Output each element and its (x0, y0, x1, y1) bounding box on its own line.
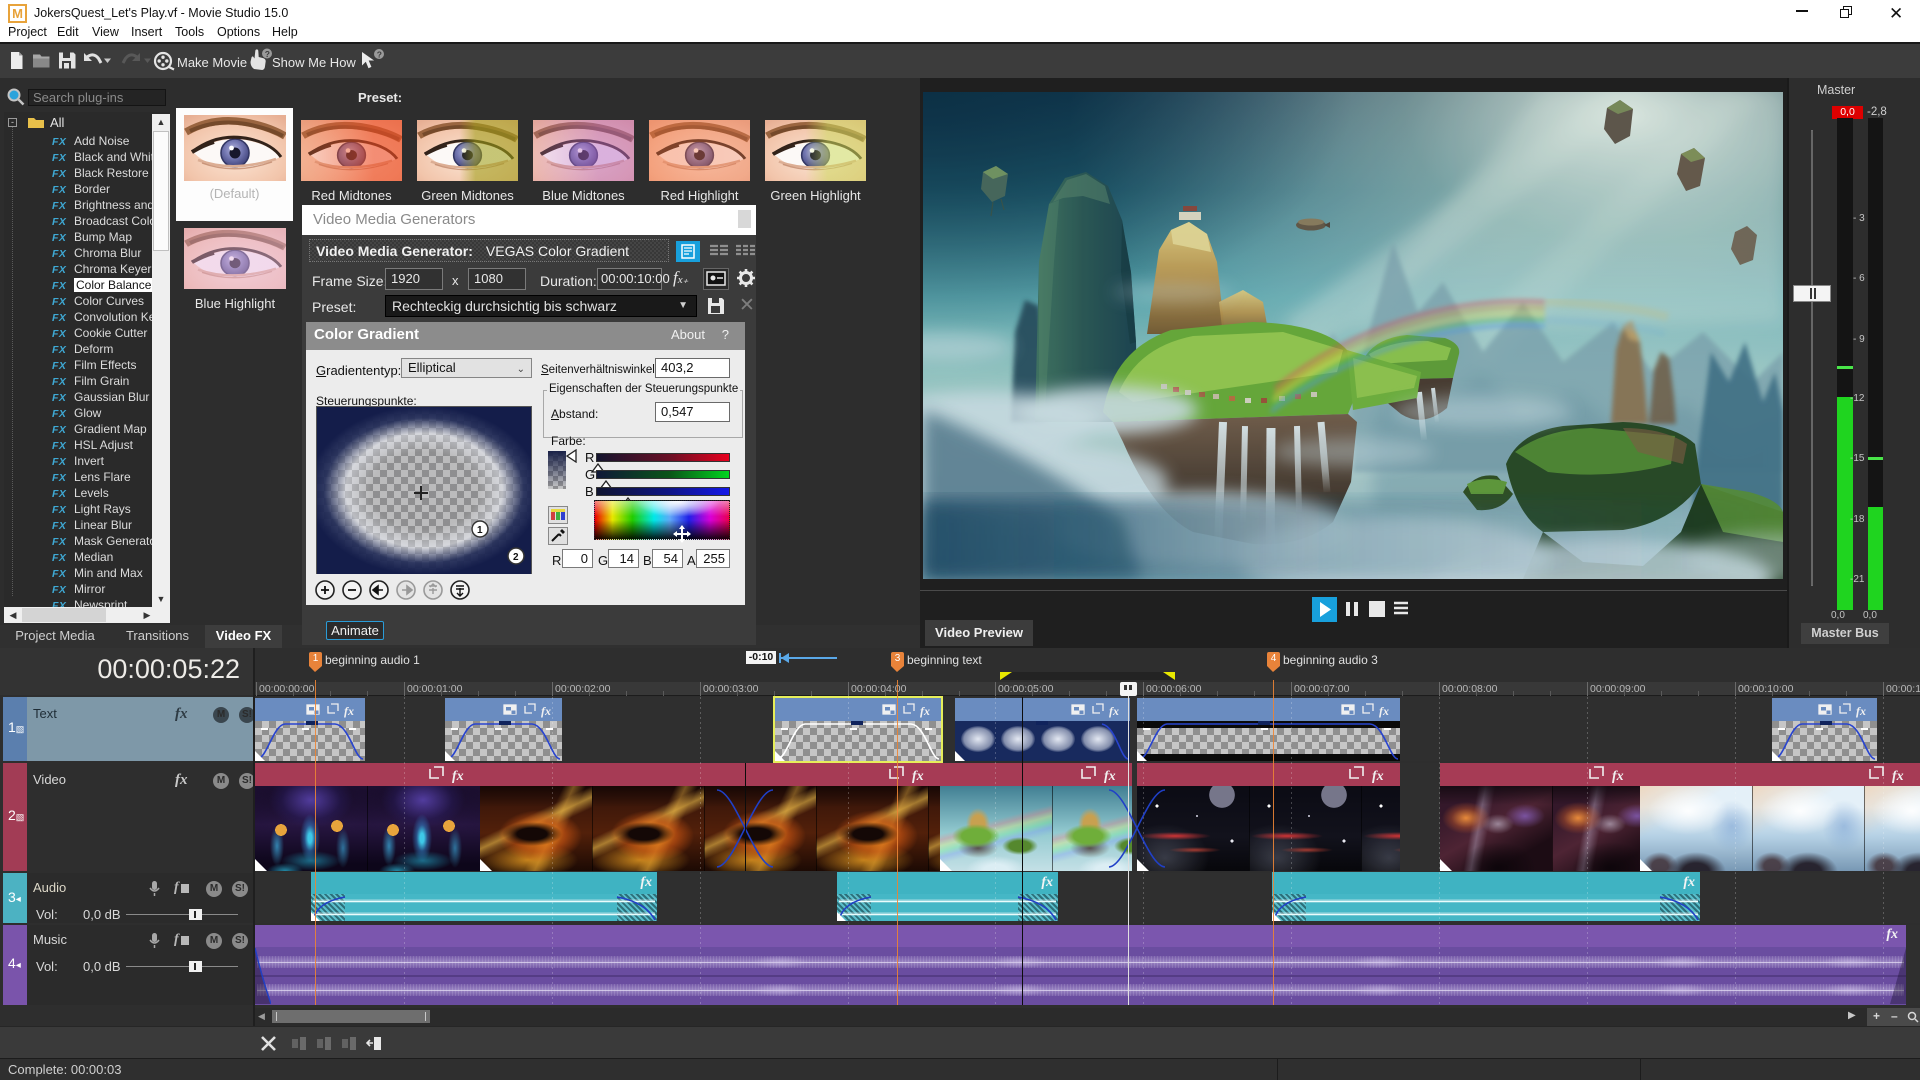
svg-text:fx: fx (1856, 704, 1866, 718)
svg-text:2: 2 (513, 552, 519, 563)
svg-text:?: ? (265, 49, 270, 59)
svg-text:fx: fx (1379, 704, 1389, 718)
svg-text:fx: fx (1104, 769, 1116, 783)
svg-text:fx: fx (912, 769, 924, 783)
svg-text:fx: fx (344, 704, 354, 718)
svg-text:1: 1 (477, 525, 483, 536)
svg-text:fx: fx (541, 704, 551, 718)
svg-text:?: ? (377, 49, 382, 59)
svg-text:fx: fx (1109, 704, 1119, 718)
svg-text:fx: fx (1372, 769, 1384, 783)
svg-text:fx: fx (1892, 769, 1904, 783)
svg-text:fx: fx (920, 704, 930, 718)
svg-text:fx: fx (452, 769, 464, 783)
svg-text:fx: fx (1612, 769, 1624, 783)
